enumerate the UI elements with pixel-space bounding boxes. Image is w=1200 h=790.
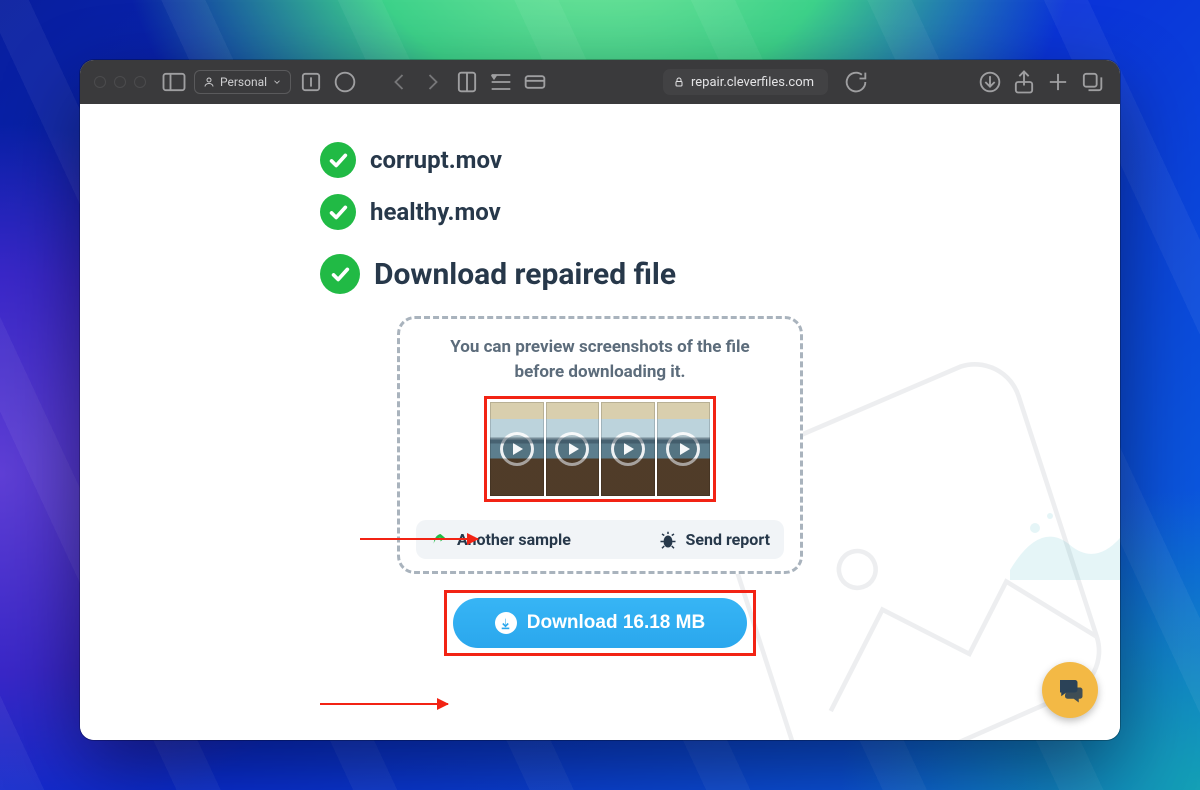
titlebar: Personal repair.cleverfiles.com [80, 60, 1120, 104]
share-icon[interactable] [1010, 69, 1038, 95]
step-corrupt: corrupt.mov [320, 142, 880, 178]
preview-thumbnail[interactable] [490, 402, 544, 496]
check-icon [320, 194, 356, 230]
annotation-arrow [320, 703, 448, 705]
main-content: corrupt.mov healthy.mov Download repaire… [320, 134, 880, 656]
profile-label: Personal [220, 75, 267, 89]
reload-button[interactable] [842, 69, 870, 95]
step-healthy: healthy.mov [320, 194, 880, 230]
profile-selector[interactable]: Personal [194, 70, 291, 94]
download-label: Download 16.18 MB [527, 612, 705, 634]
send-report-label: Send report [686, 530, 771, 549]
bookmark-icon-1[interactable] [453, 69, 481, 95]
browser-window: Personal repair.cleverfiles.com [80, 60, 1120, 740]
download-highlight: Download 16.18 MB [444, 590, 756, 656]
window-traffic-lights [94, 76, 146, 88]
page-body: corrupt.mov healthy.mov Download repaire… [80, 104, 1120, 740]
downloads-icon[interactable] [976, 69, 1004, 95]
extension-icon-2[interactable] [331, 69, 359, 95]
download-button[interactable]: Download 16.18 MB [453, 598, 747, 648]
forward-button[interactable] [419, 69, 447, 95]
preview-panel: You can preview screenshots of the file … [397, 316, 803, 574]
play-icon [555, 432, 589, 466]
check-icon [320, 254, 360, 294]
lock-icon [673, 76, 685, 88]
address-bar[interactable]: repair.cleverfiles.com [663, 69, 828, 95]
close-window-dot[interactable] [94, 76, 106, 88]
tabs-overview-icon[interactable] [1078, 69, 1106, 95]
check-icon [320, 142, 356, 178]
chat-icon [1055, 675, 1085, 705]
preview-thumbnail[interactable] [546, 402, 600, 496]
preview-thumbnails [484, 396, 716, 502]
download-icon [495, 612, 517, 634]
play-icon [666, 432, 700, 466]
annotation-arrow [360, 538, 478, 540]
back-button[interactable] [385, 69, 413, 95]
step-corrupt-label: corrupt.mov [370, 146, 502, 174]
privacy-icon[interactable] [521, 69, 549, 95]
preview-thumbnail[interactable] [601, 402, 655, 496]
preview-hint: You can preview screenshots of the file … [416, 335, 784, 384]
play-icon [500, 432, 534, 466]
zoom-window-dot[interactable] [134, 76, 146, 88]
sidebar-toggle-icon[interactable] [160, 69, 188, 95]
minimize-window-dot[interactable] [114, 76, 126, 88]
step-download-label: Download repaired file [374, 257, 676, 292]
play-icon [611, 432, 645, 466]
extension-icon-1[interactable] [297, 69, 325, 95]
url-host: repair.cleverfiles.com [691, 75, 814, 90]
splash-decoration [1010, 510, 1120, 580]
preview-thumbnail[interactable] [657, 402, 711, 496]
step-healthy-label: healthy.mov [370, 198, 501, 226]
new-tab-icon[interactable] [1044, 69, 1072, 95]
bookmark-icon-2[interactable] [487, 69, 515, 95]
chat-fab[interactable] [1042, 662, 1098, 718]
step-download: Download repaired file [320, 254, 880, 294]
send-report-button[interactable]: Send report [659, 530, 771, 549]
